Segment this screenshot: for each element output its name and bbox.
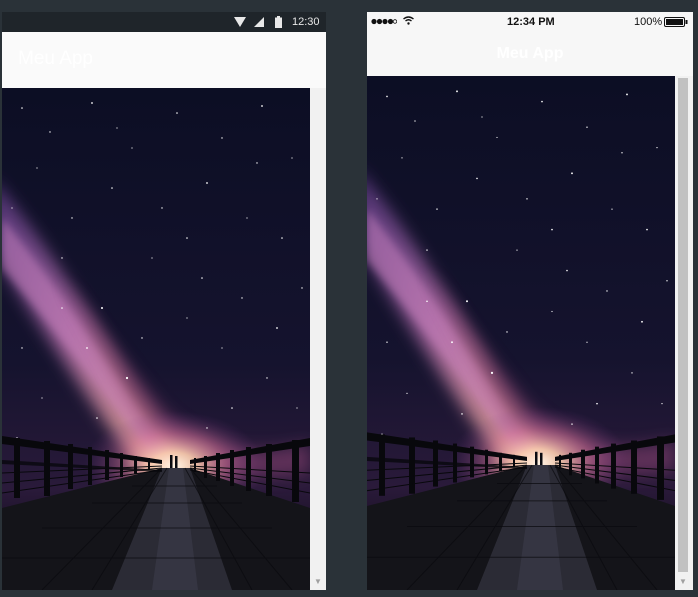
battery-icon	[275, 16, 282, 28]
page-title: Meu App	[18, 48, 93, 69]
scroll-down-arrow-icon[interactable]: ▼	[679, 578, 687, 586]
wifi-icon	[234, 17, 246, 27]
ios-clock: 12:34 PM	[507, 16, 555, 28]
android-app-bar: Meu App	[2, 32, 326, 88]
scrollbar[interactable]: ▼	[675, 76, 693, 590]
android-status-bar: 12:30	[2, 12, 326, 32]
scrollbar[interactable]: ▼	[310, 88, 326, 590]
android-preview: 12:30 Meu App ▼	[2, 12, 326, 590]
battery-icon	[664, 17, 688, 27]
night-sky-bridge-image	[367, 76, 675, 590]
ios-preview: 12:34 PM 100% Meu App ▼	[367, 12, 693, 590]
android-content[interactable]	[2, 88, 310, 590]
scroll-down-arrow-icon[interactable]: ▼	[314, 578, 322, 586]
android-clock: 12:30	[292, 16, 320, 28]
wifi-icon	[403, 16, 414, 25]
scrollbar-thumb[interactable]	[678, 78, 688, 572]
page-title: Meu App	[496, 45, 564, 62]
ios-content[interactable]	[367, 76, 675, 590]
ios-nav-bar: Meu App	[367, 32, 693, 77]
night-sky-bridge-image	[2, 88, 310, 590]
ios-status-bar: 12:34 PM 100%	[367, 12, 693, 32]
signal-icon	[254, 17, 264, 27]
signal-dots-icon	[371, 18, 397, 25]
battery-percent: 100%	[634, 16, 663, 28]
